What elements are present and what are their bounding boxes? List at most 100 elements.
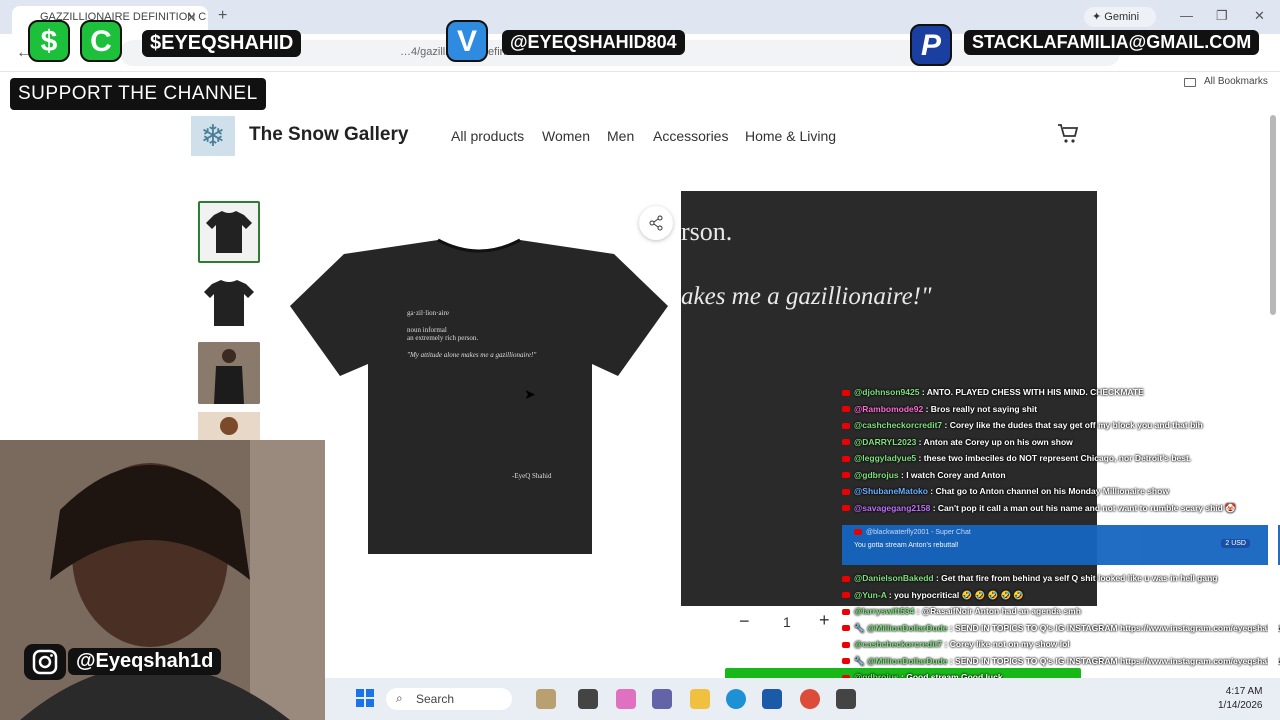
taskbar-search[interactable]: ⌕ Search xyxy=(386,688,512,710)
youtube-icon xyxy=(842,422,850,429)
instagram-icon xyxy=(24,644,66,680)
nav-accessories[interactable]: Accessories xyxy=(653,128,728,144)
windows-start-icon[interactable] xyxy=(356,689,374,707)
shirt-quote: "My attitude alone makes me a gazilliona… xyxy=(407,351,537,359)
chat-text: : Get that fire from behind ya self Q sh… xyxy=(933,573,1218,583)
nav-all-products[interactable]: All products xyxy=(451,128,524,144)
superchat: @blackwaterfly2001 - Super Chat You gott… xyxy=(842,525,1280,565)
chat-message: 🔧 @MillionDollarDude : SEND IN TOPICS TO… xyxy=(842,623,1280,634)
cart-icon[interactable] xyxy=(1056,122,1080,151)
paypal-email: STACKLAFAMILIA@GMAIL.COM xyxy=(964,30,1260,55)
chat-message: @larryswift534 : @RasaifNoir Anton had a… xyxy=(842,606,1081,616)
copilot-icon[interactable] xyxy=(616,689,636,709)
chat-text: : Bros really not saying shit xyxy=(923,403,1038,414)
chat-username: @DanielsonBakedd xyxy=(854,573,934,583)
chat-message: @DARRYL2023 : Anton ate Corey up on his … xyxy=(842,437,1073,447)
gemini-button[interactable]: ✦ Gemini xyxy=(1084,7,1156,27)
product-thumbnail[interactable] xyxy=(198,412,260,442)
product-thumbnail[interactable] xyxy=(198,272,260,334)
chat-username: @gdbrojus xyxy=(854,469,899,480)
chat-text: : @RasaifNoir Anton had an agenda smh xyxy=(914,606,1081,616)
chat-message: @gdbrojus : I watch Corey and Anton xyxy=(842,470,1006,480)
support-banner: SUPPORT THE CHANNEL xyxy=(10,78,266,110)
chat-message: @cashcheckorcredit7 : Corey like the dud… xyxy=(842,420,1203,430)
youtube-icon xyxy=(842,406,850,413)
mouse-cursor-icon: ➤ xyxy=(524,386,536,402)
zoom-text-line1: rson. xyxy=(681,217,733,246)
product-thumbnail[interactable] xyxy=(198,201,260,263)
live-chat-overlay: @blackwaterfly2001 - Super Chat You gott… xyxy=(842,387,1280,720)
chat-text: : SEND IN TOPICS TO Q's IG INSTAGRAM htt… xyxy=(947,622,1280,633)
system-clock[interactable]: 4:17 AM 1/14/2026 xyxy=(1218,685,1263,713)
snowflake-logo-icon[interactable]: ❄ xyxy=(191,116,235,156)
youtube-icon xyxy=(842,608,850,615)
chat-message: @Yun-A : you hypocritical 🤣 🤣 🤣 🤣 🤣 xyxy=(842,590,1024,601)
copilot-app-icon[interactable] xyxy=(536,689,556,709)
chat-text: : these two imbeciles do NOT represent C… xyxy=(916,453,1192,463)
all-bookmarks[interactable]: All Bookmarks xyxy=(1204,76,1268,87)
clock-date: 1/14/2026 xyxy=(1218,700,1263,711)
youtube-icon xyxy=(842,575,850,582)
store-icon[interactable] xyxy=(762,689,782,709)
chat-message: @leggyladyue5 : these two imbeciles do N… xyxy=(842,453,1191,463)
chrome-icon[interactable] xyxy=(800,689,820,709)
quantity-stepper[interactable]: − 1 + xyxy=(725,606,849,636)
chat-text: : you hypocritical 🤣 🤣 🤣 🤣 🤣 xyxy=(886,589,1024,600)
product-thumbnail[interactable] xyxy=(198,342,260,404)
chat-text: : Can't pop it call a man out his name a… xyxy=(930,502,1236,513)
chat-username: @DARRYL2023 xyxy=(854,436,917,447)
venmo-handle: @EYEQSHAHID804 xyxy=(502,30,685,55)
cashapp-icon: $ xyxy=(28,20,70,62)
chat-text: : Corey like the dudes that say get off … xyxy=(942,420,1203,430)
product-main-image[interactable]: ga·zil·lion·aire noun informal an extrem… xyxy=(288,236,670,558)
cashapp-c-icon: C xyxy=(80,20,122,62)
shirt-definition: an extremely rich person. xyxy=(407,334,479,342)
youtube-icon xyxy=(842,641,850,648)
shirt-word: ga·zil·lion·aire xyxy=(407,309,449,317)
youtube-icon xyxy=(842,455,850,462)
teams-icon[interactable] xyxy=(652,689,672,709)
youtube-icon xyxy=(842,625,850,632)
youtube-icon xyxy=(842,505,850,512)
edge-icon[interactable] xyxy=(726,689,746,709)
chat-username: 🔧 @MillionDollarDude xyxy=(854,622,948,633)
youtube-icon xyxy=(842,658,850,665)
venmo-icon: V xyxy=(446,20,488,62)
store-name[interactable]: The Snow Gallery xyxy=(249,124,408,146)
quantity-value: 1 xyxy=(783,614,791,630)
chat-text: : Chat go to Anton channel on his Monday… xyxy=(927,486,1169,496)
superchat-amount: 2 USD xyxy=(1221,539,1250,548)
close-icon[interactable]: ✕ xyxy=(186,10,197,26)
chat-username: @savagegang2158 xyxy=(854,502,931,513)
youtube-icon xyxy=(842,488,850,495)
file-explorer-icon[interactable] xyxy=(690,689,710,709)
youtube-icon xyxy=(842,389,850,396)
window-close-icon[interactable]: ✕ xyxy=(1254,8,1265,24)
chat-username: @cashcheckorcredit7 xyxy=(854,420,943,430)
nav-home-living[interactable]: Home & Living xyxy=(745,128,836,144)
chat-message: @cashcheckorcredit7 : Corey like not on … xyxy=(842,639,1070,649)
youtube-icon xyxy=(842,472,850,479)
chat-text: : SEND IN TOPICS TO Q's IG INSTAGRAM htt… xyxy=(947,655,1280,666)
chat-username: @djohnson9425 xyxy=(854,387,920,397)
search-icon: ⌕ xyxy=(396,691,403,705)
gemini-label: Gemini xyxy=(1104,11,1140,23)
share-icon[interactable] xyxy=(639,206,673,240)
obs-icon[interactable] xyxy=(836,689,856,709)
chat-text: : I watch Corey and Anton xyxy=(898,469,1006,480)
nav-women[interactable]: Women xyxy=(542,128,590,144)
restore-icon[interactable]: ❐ xyxy=(1216,8,1228,24)
chat-username: @larryswift534 xyxy=(854,606,915,616)
paypal-icon: P xyxy=(910,24,952,66)
new-tab-icon[interactable]: + xyxy=(218,7,227,25)
scrollbar-thumb[interactable] xyxy=(1270,115,1276,315)
chat-text: : Corey like not on my show lol xyxy=(942,639,1070,649)
chat-message: @savagegang2158 : Can't pop it call a ma… xyxy=(842,503,1236,514)
minimize-icon[interactable]: — xyxy=(1180,8,1193,23)
chat-username: @ShubaneMatoko xyxy=(854,486,928,496)
file-app-icon[interactable] xyxy=(578,689,598,709)
plus-button[interactable]: + xyxy=(819,610,830,631)
nav-men[interactable]: Men xyxy=(607,128,634,144)
superchat-text: You gotta stream Anton's rebuttal! xyxy=(854,542,959,549)
minus-button[interactable]: − xyxy=(739,611,750,632)
